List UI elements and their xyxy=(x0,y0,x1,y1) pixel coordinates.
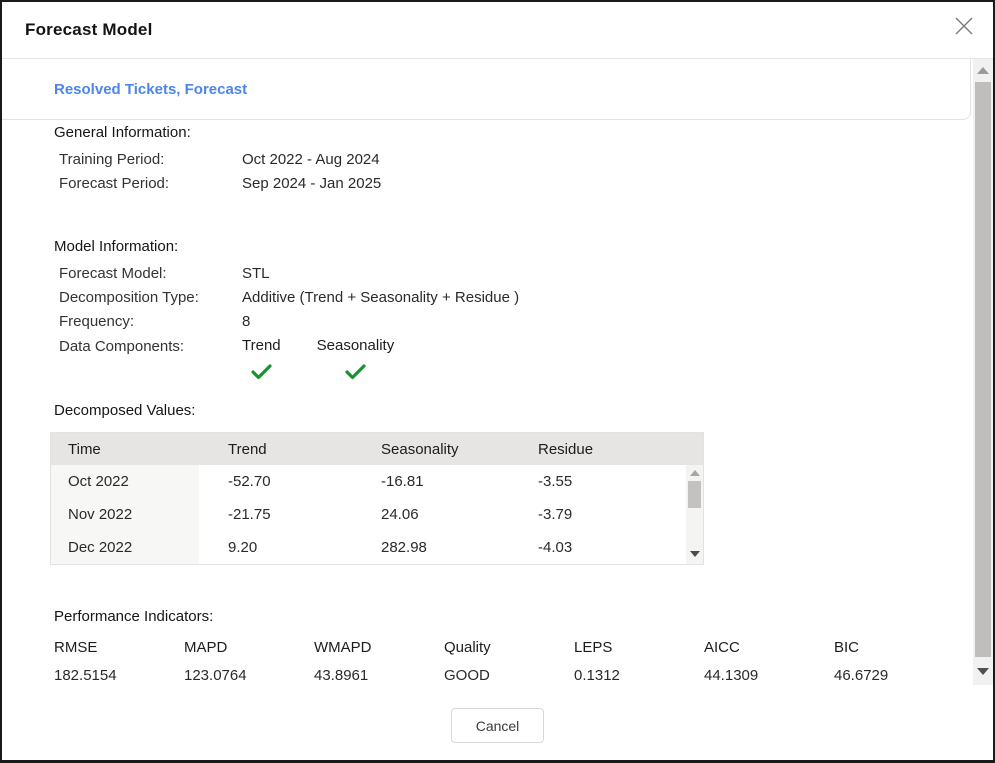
frequency-label: Frequency: xyxy=(54,310,242,334)
forecast-model-row: Forecast Model: STL xyxy=(54,262,993,286)
metric-label: BIC xyxy=(834,638,993,657)
metric-value: 44.1309 xyxy=(704,666,834,685)
dialog-titlebar: Forecast Model xyxy=(2,2,993,59)
forecast-period-label: Forecast Period: xyxy=(54,172,242,196)
metric-bic: BIC 46.6729 xyxy=(834,638,993,685)
metric-value: 46.6729 xyxy=(834,666,993,685)
table-header-row: Time Trend Seasonality Residue xyxy=(51,433,703,465)
data-components-label: Data Components: xyxy=(54,336,242,385)
scroll-down-icon[interactable] xyxy=(977,668,989,675)
metric-label: Quality xyxy=(444,638,574,657)
decomposed-values-table: Time Trend Seasonality Residue Oct 2022 … xyxy=(50,432,704,565)
metric-label: AICC xyxy=(704,638,834,657)
performance-indicators-heading: Performance Indicators: xyxy=(54,607,993,626)
decomposed-values-heading: Decomposed Values: xyxy=(50,401,993,420)
cell-trend: -21.75 xyxy=(199,506,352,523)
close-icon xyxy=(952,14,976,41)
table-row: Nov 2022 -21.75 24.06 -3.79 xyxy=(51,498,686,531)
metric-mapd: MAPD 123.0764 xyxy=(184,638,314,685)
metric-leps: LEPS 0.1312 xyxy=(574,638,704,685)
table-scrollbar-thumb[interactable] xyxy=(688,481,701,508)
table-scrollbar[interactable] xyxy=(686,465,703,564)
table-scroll-up-icon[interactable] xyxy=(690,470,700,476)
col-header-seasonality: Seasonality xyxy=(352,441,509,458)
metric-label: LEPS xyxy=(574,638,704,657)
cell-residue: -4.03 xyxy=(509,539,686,556)
check-icon xyxy=(251,363,272,385)
cell-trend: -52.70 xyxy=(199,473,352,490)
model-information-heading: Model Information: xyxy=(54,237,993,256)
metric-rmse: RMSE 182.5154 xyxy=(54,638,184,685)
cell-time: Nov 2022 xyxy=(51,498,199,531)
forecast-period-value: Sep 2024 - Jan 2025 xyxy=(242,172,381,196)
dialog-body: Resolved Tickets, Forecast General Infor… xyxy=(2,59,993,689)
cell-residue: -3.55 xyxy=(509,473,686,490)
component-seasonality: Seasonality xyxy=(317,336,395,385)
metric-label: WMAPD xyxy=(314,638,444,657)
col-header-time: Time xyxy=(51,441,199,458)
cell-seasonality: -16.81 xyxy=(352,473,509,490)
metric-value: 0.1312 xyxy=(574,666,704,685)
dialog-title: Forecast Model xyxy=(25,20,153,40)
table-body: Oct 2022 -52.70 -16.81 -3.55 Nov 2022 -2… xyxy=(51,465,703,564)
check-icon xyxy=(345,363,366,385)
col-header-residue: Residue xyxy=(509,441,703,458)
close-button[interactable] xyxy=(949,12,979,42)
decomposition-type-value: Additive (Trend + Seasonality + Residue … xyxy=(242,286,519,310)
metric-value: 182.5154 xyxy=(54,666,184,685)
metric-wmapd: WMAPD 43.8961 xyxy=(314,638,444,685)
cell-seasonality: 24.06 xyxy=(352,506,509,523)
decomposed-values-section: Decomposed Values: Time Trend Seasonalit… xyxy=(2,401,993,565)
forecast-model-label: Forecast Model: xyxy=(54,262,242,286)
forecast-model-dialog: Forecast Model Resolved Tickets, Forecas… xyxy=(0,0,995,763)
cell-trend: 9.20 xyxy=(199,539,352,556)
general-information-section: General Information: Training Period: Oc… xyxy=(2,123,993,196)
scroll-up-icon[interactable] xyxy=(977,67,989,74)
component-trend: Trend xyxy=(242,336,281,385)
general-information-heading: General Information: xyxy=(54,123,993,142)
metric-label: MAPD xyxy=(184,638,314,657)
report-link[interactable]: Resolved Tickets, Forecast xyxy=(54,81,247,98)
metric-value: GOOD xyxy=(444,666,574,685)
cell-residue: -3.79 xyxy=(509,506,686,523)
metric-value: 123.0764 xyxy=(184,666,314,685)
training-period-row: Training Period: Oct 2022 - Aug 2024 xyxy=(54,148,993,172)
frequency-value: 8 xyxy=(242,310,250,334)
forecast-period-row: Forecast Period: Sep 2024 - Jan 2025 xyxy=(54,172,993,196)
metric-value: 43.8961 xyxy=(314,666,444,685)
decomposition-type-row: Decomposition Type: Additive (Trend + Se… xyxy=(54,286,993,310)
component-seasonality-name: Seasonality xyxy=(317,336,395,356)
cancel-button[interactable]: Cancel xyxy=(451,708,545,743)
metric-quality: Quality GOOD xyxy=(444,638,574,685)
scrollbar-thumb[interactable] xyxy=(975,82,991,657)
model-information-section: Model Information: Forecast Model: STL D… xyxy=(2,237,993,385)
table-scroll-down-icon[interactable] xyxy=(690,551,700,557)
cell-seasonality: 282.98 xyxy=(352,539,509,556)
dialog-scrollbar[interactable] xyxy=(973,59,993,685)
metric-label: RMSE xyxy=(54,638,184,657)
col-header-trend: Trend xyxy=(199,441,352,458)
training-period-value: Oct 2022 - Aug 2024 xyxy=(242,148,380,172)
report-header-card: Resolved Tickets, Forecast xyxy=(2,59,971,120)
training-period-label: Training Period: xyxy=(54,148,242,172)
data-components-row: Data Components: Trend Seasonality xyxy=(54,336,993,385)
performance-indicators-section: Performance Indicators: RMSE 182.5154 MA… xyxy=(2,607,993,685)
dialog-footer: Cancel xyxy=(2,689,993,759)
cell-time: Dec 2022 xyxy=(51,531,199,564)
frequency-row: Frequency: 8 xyxy=(54,310,993,334)
forecast-model-value: STL xyxy=(242,262,270,286)
metrics-grid: RMSE 182.5154 MAPD 123.0764 WMAPD 43.896… xyxy=(54,638,993,685)
table-row: Dec 2022 9.20 282.98 -4.03 xyxy=(51,531,686,564)
table-row: Oct 2022 -52.70 -16.81 -3.55 xyxy=(51,465,686,498)
decomposition-type-label: Decomposition Type: xyxy=(54,286,242,310)
cell-time: Oct 2022 xyxy=(51,465,199,498)
metric-aicc: AICC 44.1309 xyxy=(704,638,834,685)
component-trend-name: Trend xyxy=(242,336,281,356)
